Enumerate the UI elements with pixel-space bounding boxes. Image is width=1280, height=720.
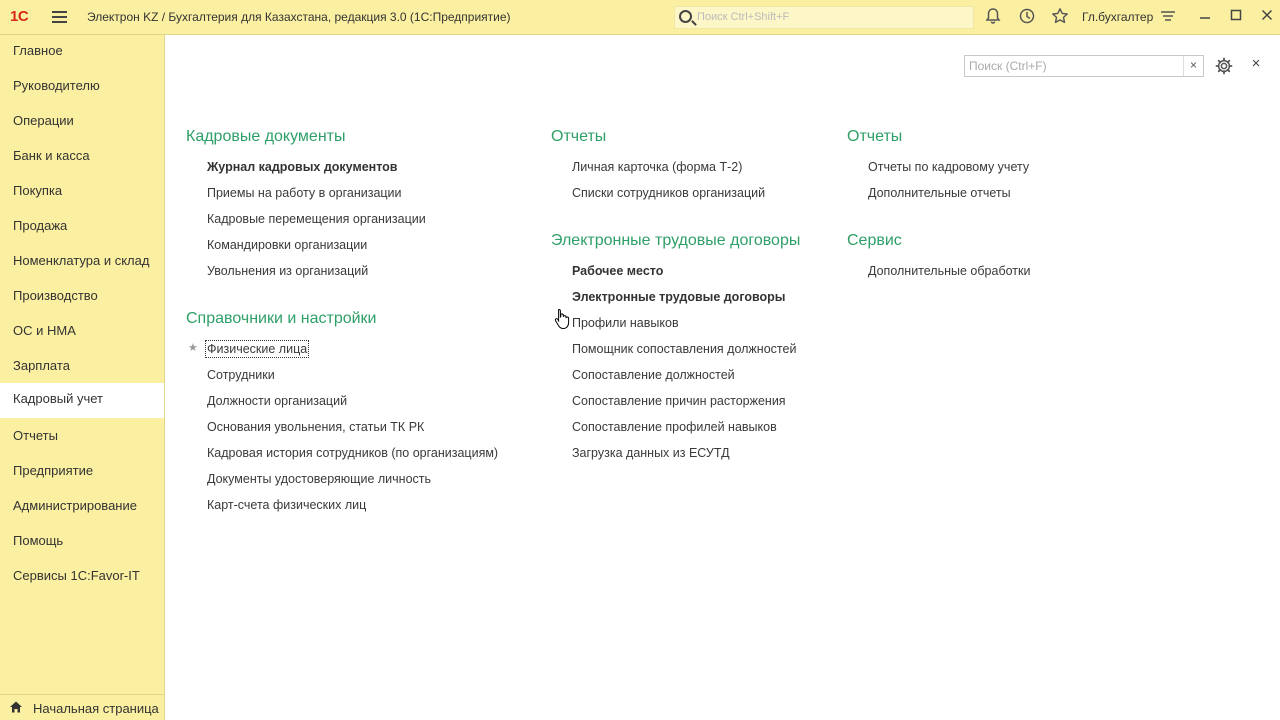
maximize-icon[interactable] [1226,7,1246,27]
link-dismissals[interactable]: Увольнения из организаций [207,264,368,278]
section-search: × [964,55,1204,77]
global-search-input[interactable]: Поиск Ctrl+Shift+F [674,6,974,29]
section-title-hr-documents: Кадровые документы [186,128,346,145]
link-id-documents[interactable]: Документы удостоверяющие личность [207,472,431,486]
section-title-references: Справочники и настройки [186,310,377,327]
sidebar-item-administration[interactable]: Администрирование [0,490,164,525]
link-personal-card[interactable]: Личная карточка (форма Т-2) [572,160,742,174]
settings-lines-icon[interactable] [1158,7,1178,27]
history-icon[interactable] [1017,7,1037,27]
favorite-star-icon[interactable]: ★ [188,341,198,354]
bell-icon[interactable] [983,7,1003,27]
sidebar-item-salary[interactable]: Зарплата [0,350,164,385]
link-individuals[interactable]: Физические лица [204,340,310,358]
clear-search-button[interactable]: × [1183,56,1203,76]
current-user[interactable]: Гл.бухгалтер [1082,10,1153,24]
home-page-button[interactable]: Начальная страница [0,694,164,720]
link-transfers[interactable]: Кадровые перемещения организации [207,212,426,226]
sidebar-item-reports[interactable]: Отчеты [0,420,164,455]
hamburger-menu-icon[interactable] [52,11,67,23]
link-hiring[interactable]: Приемы на работу в организации [207,186,402,200]
link-dismissal-grounds[interactable]: Основания увольнения, статьи ТК РК [207,420,424,434]
link-workplace[interactable]: Рабочее место [572,264,663,278]
link-skill-profiles[interactable]: Профили навыков [572,316,679,330]
link-employees[interactable]: Сотрудники [207,368,275,382]
section-title-reports: Отчеты [551,128,607,145]
title-bar: 1С Электрон KZ / Бухгалтерия для Казахст… [0,0,1280,35]
app-logo[interactable]: 1С [10,8,29,25]
section-title-electronic-contracts: Электронные трудовые договоры [551,232,801,249]
sidebar-item-sales[interactable]: Продажа [0,210,164,245]
section-title-reports-2: Отчеты [847,128,903,145]
close-icon[interactable]: × [1248,55,1264,73]
sidebar-item-enterprise[interactable]: Предприятие [0,455,164,490]
link-termination-reasons-matching[interactable]: Сопоставление причин расторжения [572,394,786,408]
sidebar-item-purchases[interactable]: Покупка [0,175,164,210]
sidebar-item-main[interactable]: Главное [0,35,164,70]
sidebar-item-hr[interactable]: Кадровый учет [0,383,164,418]
link-additional-reports[interactable]: Дополнительные отчеты [868,186,1011,200]
home-page-label: Начальная страница [33,701,159,716]
app-title: Электрон KZ / Бухгалтерия для Казахстана… [87,10,511,24]
sidebar-item-help[interactable]: Помощь [0,525,164,560]
link-electronic-contracts[interactable]: Электронные трудовые договоры [572,290,785,304]
sidebar-item-bank[interactable]: Банк и касса [0,140,164,175]
link-additional-processing[interactable]: Дополнительные обработки [868,264,1030,278]
sidebar-item-nomenclature[interactable]: Номенклатура и склад [0,245,164,280]
sidebar-item-services[interactable]: Сервисы 1С:Favor-IT [0,560,164,595]
home-icon [10,701,22,713]
sidebar-item-production[interactable]: Производство [0,280,164,315]
close-window-icon[interactable] [1257,7,1277,27]
global-search-placeholder: Поиск Ctrl+Shift+F [697,11,790,23]
link-hr-journal[interactable]: Журнал кадровых документов [207,160,397,174]
link-positions[interactable]: Должности организаций [207,394,347,408]
gear-icon[interactable] [1215,57,1233,75]
link-card-accounts[interactable]: Карт-счета физических лиц [207,498,366,512]
link-position-matching-assistant[interactable]: Помощник сопоставления должностей [572,342,796,356]
link-hr-history[interactable]: Кадровая история сотрудников (по организ… [207,446,498,460]
section-title-service: Сервис [847,232,902,249]
link-position-matching[interactable]: Сопоставление должностей [572,368,735,382]
link-esutd-import[interactable]: Загрузка данных из ЕСУТД [572,446,730,460]
section-search-input[interactable] [965,56,1180,76]
search-icon [679,10,692,23]
sidebar-item-fixed-assets[interactable]: ОС и НМА [0,315,164,350]
minimize-icon[interactable] [1195,7,1215,27]
link-business-trips[interactable]: Командировки организации [207,238,367,252]
sidebar-item-manager[interactable]: Руководителю [0,70,164,105]
hand-cursor-icon [554,308,570,330]
favorites-star-icon[interactable] [1050,7,1070,27]
sidebar: Главное Руководителю Операции Банк и кас… [0,35,165,720]
link-hr-reports[interactable]: Отчеты по кадровому учету [868,160,1029,174]
link-employee-lists[interactable]: Списки сотрудников организаций [572,186,765,200]
sidebar-item-operations[interactable]: Операции [0,105,164,140]
link-skill-profiles-matching[interactable]: Сопоставление профилей навыков [572,420,777,434]
main-content: × × Кадровые документы Журнал кадровых д… [166,36,1280,720]
